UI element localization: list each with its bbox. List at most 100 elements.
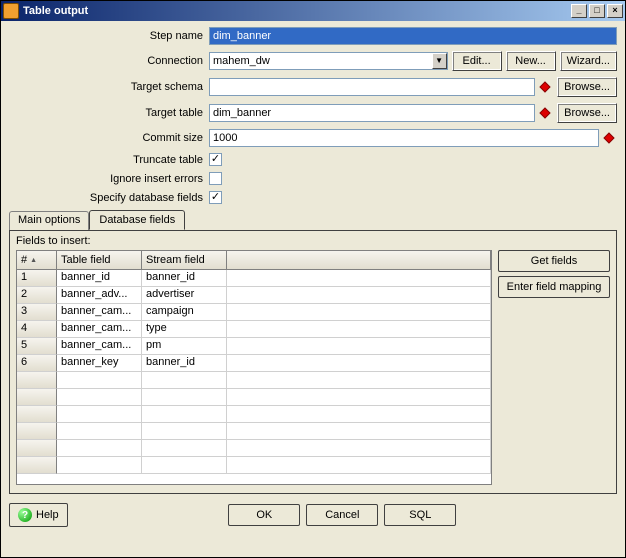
- cell-stream-field: banner_id: [142, 355, 227, 372]
- cell-num: 4: [17, 321, 57, 338]
- cell-spacer: [227, 389, 491, 406]
- truncate-table-checkbox[interactable]: ✓: [209, 153, 222, 166]
- cell-spacer: [227, 304, 491, 321]
- cell-stream-field: campaign: [142, 304, 227, 321]
- cell-spacer: [227, 406, 491, 423]
- connection-wizard-button[interactable]: Wizard...: [560, 51, 617, 71]
- close-button[interactable]: ×: [607, 4, 623, 18]
- enter-field-mapping-button[interactable]: Enter field mapping: [498, 276, 610, 298]
- cell-table-field: [57, 372, 142, 389]
- help-icon: ?: [18, 508, 32, 522]
- maximize-button[interactable]: □: [589, 4, 605, 18]
- cell-num: [17, 389, 57, 406]
- specify-db-fields-checkbox[interactable]: ✓: [209, 191, 222, 204]
- cell-stream-field: [142, 457, 227, 474]
- chevron-down-icon[interactable]: ▼: [432, 53, 447, 69]
- target-schema-input[interactable]: [209, 78, 535, 96]
- cell-stream-field: [142, 423, 227, 440]
- cell-stream-field: banner_id: [142, 270, 227, 287]
- get-fields-button[interactable]: Get fields: [498, 250, 610, 272]
- ignore-insert-errors-checkbox[interactable]: [209, 172, 222, 185]
- column-header-spacer: [227, 251, 491, 269]
- sort-indicator-icon: ▲: [30, 257, 37, 264]
- cell-spacer: [227, 423, 491, 440]
- diamond-icon: [539, 107, 551, 119]
- table-row[interactable]: [17, 423, 491, 440]
- connection-select[interactable]: mahem_dw ▼: [209, 52, 448, 70]
- column-header-table-field[interactable]: Table field: [57, 251, 142, 269]
- titlebar: Table output _ □ ×: [1, 1, 625, 21]
- target-table-label: Target table: [9, 107, 209, 119]
- step-name-label: Step name: [9, 30, 209, 42]
- table-row[interactable]: 5banner_cam...pm: [17, 338, 491, 355]
- ignore-insert-errors-label: Ignore insert errors: [9, 173, 209, 185]
- cell-spacer: [227, 457, 491, 474]
- commit-size-input[interactable]: [209, 129, 599, 147]
- cell-table-field: [57, 440, 142, 457]
- target-schema-browse-button[interactable]: Browse...: [557, 77, 617, 97]
- connection-label: Connection: [9, 55, 209, 67]
- diamond-icon: [603, 132, 615, 144]
- column-header-stream-field[interactable]: Stream field: [142, 251, 227, 269]
- table-row[interactable]: 2banner_adv...advertiser: [17, 287, 491, 304]
- truncate-table-label: Truncate table: [9, 154, 209, 166]
- cell-table-field: banner_cam...: [57, 304, 142, 321]
- cell-num: [17, 406, 57, 423]
- tab-main-options[interactable]: Main options: [9, 211, 89, 231]
- tab-database-fields[interactable]: Database fields: [89, 210, 185, 230]
- cell-spacer: [227, 338, 491, 355]
- target-table-browse-button[interactable]: Browse...: [557, 103, 617, 123]
- cell-stream-field: [142, 440, 227, 457]
- cell-table-field: [57, 423, 142, 440]
- table-row[interactable]: [17, 440, 491, 457]
- step-name-input[interactable]: [209, 27, 617, 45]
- target-table-input[interactable]: [209, 104, 535, 122]
- minimize-button[interactable]: _: [571, 4, 587, 18]
- cell-num: [17, 440, 57, 457]
- target-schema-label: Target schema: [9, 81, 209, 93]
- table-row[interactable]: [17, 389, 491, 406]
- app-icon: [3, 3, 19, 19]
- cell-table-field: [57, 389, 142, 406]
- cell-table-field: banner_adv...: [57, 287, 142, 304]
- connection-edit-button[interactable]: Edit...: [452, 51, 502, 71]
- column-header-num[interactable]: #▲: [17, 251, 57, 269]
- commit-size-label: Commit size: [9, 132, 209, 144]
- cell-num: [17, 457, 57, 474]
- table-row[interactable]: 3banner_cam...campaign: [17, 304, 491, 321]
- window-title: Table output: [23, 5, 571, 17]
- cell-spacer: [227, 270, 491, 287]
- cell-num: 2: [17, 287, 57, 304]
- cell-table-field: [57, 406, 142, 423]
- specify-db-fields-label: Specify database fields: [9, 192, 209, 204]
- table-row[interactable]: 1banner_idbanner_id: [17, 270, 491, 287]
- cell-spacer: [227, 287, 491, 304]
- cell-num: 1: [17, 270, 57, 287]
- cell-table-field: banner_cam...: [57, 321, 142, 338]
- table-row[interactable]: 4banner_cam...type: [17, 321, 491, 338]
- connection-new-button[interactable]: New...: [506, 51, 556, 71]
- ok-button[interactable]: OK: [228, 504, 300, 526]
- table-row[interactable]: [17, 372, 491, 389]
- cell-stream-field: [142, 372, 227, 389]
- cell-spacer: [227, 321, 491, 338]
- help-label: Help: [36, 509, 59, 521]
- cell-spacer: [227, 372, 491, 389]
- fields-to-insert-label: Fields to insert:: [16, 235, 610, 247]
- table-row[interactable]: [17, 457, 491, 474]
- cancel-button[interactable]: Cancel: [306, 504, 378, 526]
- sql-button[interactable]: SQL: [384, 504, 456, 526]
- cell-num: 6: [17, 355, 57, 372]
- table-row[interactable]: 6banner_keybanner_id: [17, 355, 491, 372]
- cell-num: [17, 423, 57, 440]
- help-button[interactable]: ? Help: [9, 503, 68, 527]
- tab-panel-database-fields: Fields to insert: #▲ Table field Stream …: [9, 230, 617, 494]
- cell-stream-field: type: [142, 321, 227, 338]
- cell-stream-field: [142, 406, 227, 423]
- diamond-icon: [539, 81, 551, 93]
- cell-num: [17, 372, 57, 389]
- cell-stream-field: advertiser: [142, 287, 227, 304]
- fields-table[interactable]: #▲ Table field Stream field 1banner_idba…: [16, 250, 492, 485]
- table-row[interactable]: [17, 406, 491, 423]
- cell-spacer: [227, 355, 491, 372]
